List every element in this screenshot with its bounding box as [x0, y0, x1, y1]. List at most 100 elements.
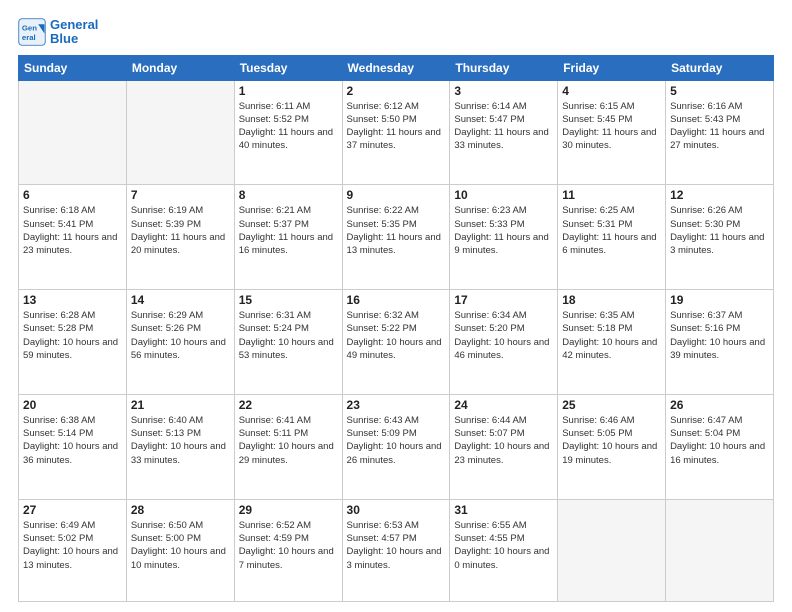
day-number: 1	[239, 84, 338, 98]
day-number: 25	[562, 398, 661, 412]
day-number: 28	[131, 503, 230, 517]
day-number: 30	[347, 503, 446, 517]
day-info: Sunrise: 6:52 AMSunset: 4:59 PMDaylight:…	[239, 519, 338, 572]
calendar-cell: 7 Sunrise: 6:19 AMSunset: 5:39 PMDaylight…	[126, 185, 234, 290]
day-number: 19	[670, 293, 769, 307]
calendar-week-row: 13Sunrise: 6:28 AMSunset: 5:28 PMDayligh…	[19, 290, 774, 395]
day-number: 12	[670, 188, 769, 202]
page: Gen eral General Blue SundayMondayTuesda…	[0, 0, 792, 612]
header: Gen eral General Blue	[18, 18, 774, 47]
logo: Gen eral General Blue	[18, 18, 98, 47]
logo-blue: Blue	[50, 31, 78, 46]
weekday-header: Sunday	[19, 55, 127, 80]
calendar-week-row: 27Sunrise: 6:49 AMSunset: 5:02 PMDayligh…	[19, 499, 774, 601]
day-number: 6	[23, 188, 122, 202]
calendar-cell	[666, 499, 774, 601]
calendar-cell: 9 Sunrise: 6:22 AMSunset: 5:35 PMDaylight…	[342, 185, 450, 290]
day-info: Sunrise: 6:40 AMSunset: 5:13 PMDaylight:…	[131, 414, 230, 467]
day-info: Sunrise: 6:11 AMSunset: 5:52 PMDaylight:…	[239, 100, 338, 153]
calendar-cell: 20 Sunrise: 6:38 AMSunset: 5:14 PMDayligh…	[19, 394, 127, 499]
day-number: 22	[239, 398, 338, 412]
calendar-cell: 8 Sunrise: 6:21 AMSunset: 5:37 PMDaylight…	[234, 185, 342, 290]
calendar-cell: 16Sunrise: 6:32 AMSunset: 5:22 PMDayligh…	[342, 290, 450, 395]
calendar-cell: 21 Sunrise: 6:40 AMSunset: 5:13 PMDayligh…	[126, 394, 234, 499]
day-info: Sunrise: 6:38 AMSunset: 5:14 PMDaylight:…	[23, 414, 122, 467]
calendar-cell: 11Sunrise: 6:25 AMSunset: 5:31 PMDayligh…	[558, 185, 666, 290]
day-info: Sunrise: 6:21 AMSunset: 5:37 PMDaylight:…	[239, 204, 338, 257]
calendar-table: SundayMondayTuesdayWednesdayThursdayFrid…	[18, 55, 774, 602]
calendar-cell: 15 Sunrise: 6:31 AMSunset: 5:24 PMDayligh…	[234, 290, 342, 395]
day-info: Sunrise: 6:37 AMSunset: 5:16 PMDaylight:…	[670, 309, 769, 362]
calendar-cell: 14Sunrise: 6:29 AMSunset: 5:26 PMDayligh…	[126, 290, 234, 395]
day-number: 15	[239, 293, 338, 307]
day-number: 5	[670, 84, 769, 98]
day-number: 9	[347, 188, 446, 202]
day-info: Sunrise: 6:22 AMSunset: 5:35 PMDaylight:…	[347, 204, 446, 257]
day-info: Sunrise: 6:18 AMSunset: 5:41 PMDaylight:…	[23, 204, 122, 257]
logo-icon: Gen eral	[18, 18, 46, 46]
day-info: Sunrise: 6:26 AMSunset: 5:30 PMDaylight:…	[670, 204, 769, 257]
day-info: Sunrise: 6:44 AMSunset: 5:07 PMDaylight:…	[454, 414, 553, 467]
logo-general: General	[50, 17, 98, 32]
day-number: 20	[23, 398, 122, 412]
day-info: Sunrise: 6:14 AMSunset: 5:47 PMDaylight:…	[454, 100, 553, 153]
logo-text: General Blue	[50, 18, 98, 47]
weekday-header: Thursday	[450, 55, 558, 80]
day-number: 4	[562, 84, 661, 98]
weekday-header: Wednesday	[342, 55, 450, 80]
day-info: Sunrise: 6:34 AMSunset: 5:20 PMDaylight:…	[454, 309, 553, 362]
day-number: 21	[131, 398, 230, 412]
day-info: Sunrise: 6:12 AMSunset: 5:50 PMDaylight:…	[347, 100, 446, 153]
day-number: 2	[347, 84, 446, 98]
calendar-cell	[19, 80, 127, 185]
day-number: 7	[131, 188, 230, 202]
day-info: Sunrise: 6:47 AMSunset: 5:04 PMDaylight:…	[670, 414, 769, 467]
day-number: 18	[562, 293, 661, 307]
calendar-cell	[126, 80, 234, 185]
day-info: Sunrise: 6:15 AMSunset: 5:45 PMDaylight:…	[562, 100, 661, 153]
day-number: 14	[131, 293, 230, 307]
day-number: 23	[347, 398, 446, 412]
weekday-header: Monday	[126, 55, 234, 80]
calendar-cell: 28 Sunrise: 6:50 AMSunset: 5:00 PMDayligh…	[126, 499, 234, 601]
day-info: Sunrise: 6:23 AMSunset: 5:33 PMDaylight:…	[454, 204, 553, 257]
calendar-cell: 5 Sunrise: 6:16 AMSunset: 5:43 PMDaylight…	[666, 80, 774, 185]
calendar-cell: 12 Sunrise: 6:26 AMSunset: 5:30 PMDayligh…	[666, 185, 774, 290]
day-info: Sunrise: 6:19 AMSunset: 5:39 PMDaylight:…	[131, 204, 230, 257]
calendar-cell: 18Sunrise: 6:35 AMSunset: 5:18 PMDayligh…	[558, 290, 666, 395]
day-info: Sunrise: 6:31 AMSunset: 5:24 PMDaylight:…	[239, 309, 338, 362]
day-number: 11	[562, 188, 661, 202]
day-number: 29	[239, 503, 338, 517]
calendar-cell: 19 Sunrise: 6:37 AMSunset: 5:16 PMDayligh…	[666, 290, 774, 395]
day-info: Sunrise: 6:16 AMSunset: 5:43 PMDaylight:…	[670, 100, 769, 153]
day-number: 26	[670, 398, 769, 412]
calendar-cell	[558, 499, 666, 601]
calendar-cell: 17 Sunrise: 6:34 AMSunset: 5:20 PMDayligh…	[450, 290, 558, 395]
calendar-cell: 3 Sunrise: 6:14 AMSunset: 5:47 PMDaylight…	[450, 80, 558, 185]
day-info: Sunrise: 6:32 AMSunset: 5:22 PMDaylight:…	[347, 309, 446, 362]
weekday-header: Friday	[558, 55, 666, 80]
calendar-cell: 4 Sunrise: 6:15 AMSunset: 5:45 PMDaylight…	[558, 80, 666, 185]
day-number: 13	[23, 293, 122, 307]
day-info: Sunrise: 6:46 AMSunset: 5:05 PMDaylight:…	[562, 414, 661, 467]
calendar-week-row: 1 Sunrise: 6:11 AMSunset: 5:52 PMDaylight…	[19, 80, 774, 185]
day-info: Sunrise: 6:43 AMSunset: 5:09 PMDaylight:…	[347, 414, 446, 467]
calendar-cell: 29 Sunrise: 6:52 AMSunset: 4:59 PMDayligh…	[234, 499, 342, 601]
day-info: Sunrise: 6:50 AMSunset: 5:00 PMDaylight:…	[131, 519, 230, 572]
day-number: 8	[239, 188, 338, 202]
day-number: 3	[454, 84, 553, 98]
weekday-header: Saturday	[666, 55, 774, 80]
calendar-cell: 22 Sunrise: 6:41 AMSunset: 5:11 PMDayligh…	[234, 394, 342, 499]
svg-text:Gen: Gen	[22, 24, 37, 33]
calendar-cell: 25 Sunrise: 6:46 AMSunset: 5:05 PMDayligh…	[558, 394, 666, 499]
calendar-cell: 26 Sunrise: 6:47 AMSunset: 5:04 PMDayligh…	[666, 394, 774, 499]
weekday-header: Tuesday	[234, 55, 342, 80]
calendar-cell: 10Sunrise: 6:23 AMSunset: 5:33 PMDayligh…	[450, 185, 558, 290]
day-info: Sunrise: 6:41 AMSunset: 5:11 PMDaylight:…	[239, 414, 338, 467]
day-number: 17	[454, 293, 553, 307]
day-number: 31	[454, 503, 553, 517]
calendar-cell: 6 Sunrise: 6:18 AMSunset: 5:41 PMDaylight…	[19, 185, 127, 290]
calendar-cell: 13Sunrise: 6:28 AMSunset: 5:28 PMDayligh…	[19, 290, 127, 395]
calendar-cell: 23 Sunrise: 6:43 AMSunset: 5:09 PMDayligh…	[342, 394, 450, 499]
calendar-week-row: 20 Sunrise: 6:38 AMSunset: 5:14 PMDayligh…	[19, 394, 774, 499]
